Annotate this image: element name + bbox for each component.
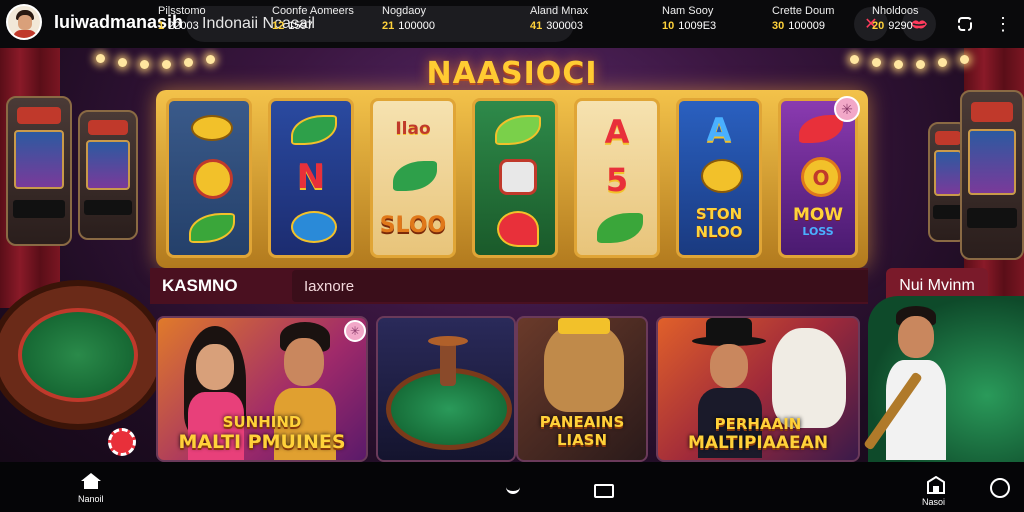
reel-6: A STON NLOO (676, 98, 762, 258)
slot-machine-left-1 (6, 96, 72, 246)
leaf-symbol (495, 115, 541, 145)
diamond-symbol (499, 159, 537, 195)
reel-3: Ilao SLOO (370, 98, 456, 258)
category-label: KASMNO (162, 276, 238, 295)
mow-symbol: MOW (792, 205, 844, 225)
search-input[interactable] (186, 6, 574, 42)
category-tab[interactable]: Iaxnore (292, 270, 868, 302)
gold-zero-symbol: O (801, 157, 841, 197)
game-card-1[interactable]: ✳ SUNHIND MALTI PMUINES (156, 316, 368, 462)
heart-symbol (497, 211, 539, 247)
letter-a-symbol: A (604, 113, 630, 151)
refresh-icon[interactable] (948, 7, 982, 41)
reel-2: N (268, 98, 354, 258)
ston-symbol: STON (695, 205, 743, 223)
top-bar: Iuiwadmanasih ✕ ⋮ (0, 0, 1024, 48)
avatar[interactable] (6, 4, 42, 40)
nloo-symbol: NLOO (695, 223, 743, 241)
card-3-title-line-1: PANEAINS (539, 413, 625, 431)
game-card-4[interactable]: PERHAAIN MALTIPIAAEAN (656, 316, 860, 462)
letter-n-symbol: N (296, 157, 326, 197)
reel-4 (472, 98, 558, 258)
card-1-title-line-2: MALTI PMUINES (178, 431, 346, 453)
casino-chip (108, 428, 136, 456)
card-3-title-line-2: LIASN (556, 431, 608, 449)
leaf-symbol (393, 161, 437, 191)
leaf-symbol (291, 115, 337, 145)
gold-zero-symbol (193, 159, 233, 199)
letter-a-blue-symbol: A (706, 111, 732, 149)
casino-app: Iuiwadmanasih ✕ ⋮ NAASIOCI N Ilao SLO (0, 0, 1024, 512)
poker-table (863, 296, 1024, 462)
number-5-symbol: 5 (605, 161, 629, 199)
blue-gem-symbol (291, 211, 337, 243)
home-icon[interactable] (80, 472, 102, 490)
more-icon[interactable]: ⋮ (986, 7, 1020, 41)
reel-5: A 5 (574, 98, 660, 258)
leaf-symbol (189, 213, 235, 243)
banner-title: NAASIOCI (426, 56, 598, 91)
game-card-3[interactable]: PANEAINS LIASN (516, 316, 648, 462)
screen-icon[interactable] (594, 484, 614, 498)
slot-reels[interactable]: N Ilao SLOO A 5 A STON NLOO O MOW LOSS ✳ (156, 90, 868, 268)
ilao-symbol: Ilao (395, 119, 431, 139)
settings-badge-icon[interactable]: ✳ (344, 320, 366, 342)
loss-symbol: LOSS (802, 225, 834, 238)
slot-machine-right-2 (960, 90, 1024, 260)
reel-7: O MOW LOSS (778, 98, 858, 258)
roulette-wheel (0, 280, 166, 430)
settings-badge-icon[interactable]: ✳ (834, 96, 860, 122)
slot-machine-left-2 (78, 110, 138, 240)
lion-figure (544, 324, 624, 412)
sloo-symbol: SLOO (379, 213, 447, 238)
card-4-title-line-1: PERHAAIN (714, 415, 802, 433)
store-icon[interactable] (926, 476, 946, 494)
gold-coins-symbol (191, 115, 233, 141)
store-label: Nasoi (922, 497, 946, 507)
card-4-title-line-2: MALTIPIAAEAN (687, 433, 829, 453)
red-leaf-symbol (799, 115, 843, 143)
reel-1 (166, 98, 252, 258)
profile-circle-icon[interactable] (990, 478, 1010, 498)
home-label: Nanoil (78, 494, 104, 504)
horse-figure (772, 328, 846, 428)
game-card-2[interactable] (376, 316, 516, 462)
gold-pot-symbol (701, 159, 743, 193)
card-1-title-line-1: SUNHIND (222, 413, 302, 431)
leaf-symbol (597, 213, 643, 243)
